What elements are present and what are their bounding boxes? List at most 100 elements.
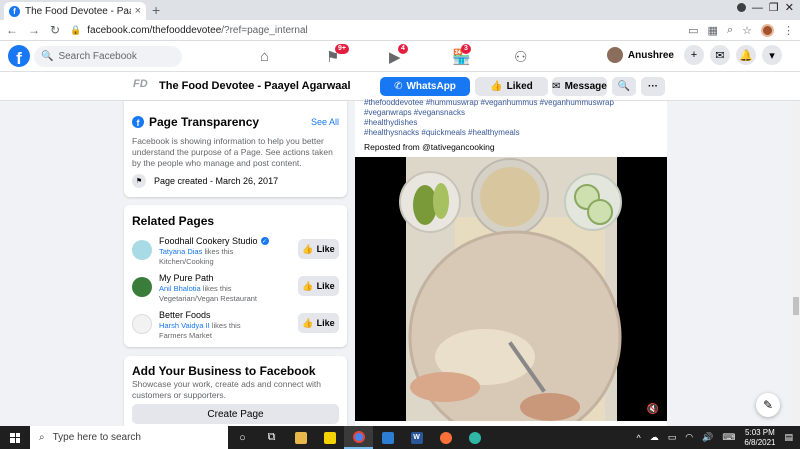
pages-flag-icon[interactable]: ⚑ 9+ (326, 44, 349, 66)
sticky-notes-icon[interactable] (315, 426, 344, 449)
liker-link[interactable]: Harsh Vaidya II (159, 321, 210, 330)
maximize-button[interactable]: ❐ (769, 1, 779, 14)
search-icon: 🔍 (617, 81, 631, 92)
taskbar-clock[interactable]: 5:03 PM 6/8/2021 (744, 428, 775, 448)
task-view-icon[interactable]: ⧉ (257, 426, 286, 449)
mute-speaker-icon[interactable]: 🔇 (647, 404, 659, 415)
taskbar-search-placeholder: Type here to search (52, 432, 141, 443)
page-search-button[interactable]: 🔍 (612, 77, 636, 96)
new-message-compose-icon[interactable]: ✎ (756, 393, 780, 417)
battery-icon[interactable]: ▭ (668, 432, 677, 443)
volume-icon[interactable]: 🔊 (702, 432, 713, 443)
watch-icon[interactable]: ▶ 4 (389, 44, 408, 66)
create-page-button[interactable]: Create Page (132, 404, 339, 424)
page-category: Farmers Market (159, 331, 212, 340)
account-menu-chevron-icon[interactable]: ▾ (762, 45, 782, 65)
new-tab-button[interactable]: + (152, 2, 160, 18)
facebook-logo-icon[interactable]: f (8, 45, 30, 67)
back-icon[interactable]: ← (6, 23, 18, 37)
marketplace-icon[interactable]: 🏪 3 (452, 44, 471, 66)
facebook-top-nav: f 🔍 Search Facebook ⌂ ⚑ 9+ ▶ 4 🏪 3 ⚇ Anushr… (0, 41, 800, 72)
calculator-icon[interactable] (373, 426, 402, 449)
messenger-icon[interactable]: ✉ (710, 45, 730, 65)
facebook-search-input[interactable]: 🔍 Search Facebook (34, 46, 182, 67)
page-header: FD The Food Devotee - Paayel Agarwaal ✆ … (0, 72, 800, 101)
repost-prefix: Reposted from (364, 142, 420, 152)
language-icon[interactable]: ⌨ (722, 432, 735, 443)
file-explorer-icon[interactable] (286, 426, 315, 449)
action-center-icon[interactable]: ▤ (784, 432, 793, 443)
facebook-icon: f (132, 116, 144, 128)
chrome-icon[interactable] (344, 426, 373, 449)
page-created-text: Page created - March 26, 2017 (154, 176, 279, 186)
see-all-link[interactable]: See All (311, 117, 339, 127)
like-label: Like (316, 244, 335, 254)
scrollbar-thumb[interactable] (793, 297, 799, 315)
word-icon[interactable]: W (402, 426, 431, 449)
home-icon[interactable]: ⌂ (260, 48, 269, 65)
browser-profile-avatar[interactable] (761, 23, 774, 37)
like-label: Like (316, 318, 335, 328)
groups-icon[interactable]: ⚇ (514, 48, 527, 66)
browser-menu-icon[interactable]: ⋮ (783, 24, 794, 37)
qr-icon[interactable]: ▦ (708, 24, 718, 37)
close-window-button[interactable]: ✕ (785, 1, 794, 14)
notifications-bell-icon[interactable]: 🔔 (736, 45, 756, 65)
window-controls: — ❐ ✕ (736, 1, 794, 14)
edge-icon[interactable] (460, 426, 489, 449)
related-page-name[interactable]: Better Foods (159, 310, 211, 320)
hashtag-line[interactable]: #thefooddevotee #hummuswrap #veganhummus… (364, 98, 614, 107)
address-bar: ← → ↻ 🔒 facebook.com/thefooddevotee/?ref… (0, 20, 800, 41)
post-video[interactable]: 🔇 (355, 157, 667, 421)
taskbar-search-input[interactable]: ⌕ Type here to search (30, 426, 228, 449)
repost-handle[interactable]: @tativegancooking (422, 142, 494, 152)
related-page-avatar[interactable] (132, 240, 152, 260)
forward-icon[interactable]: → (28, 23, 40, 37)
hashtag-line[interactable]: #veganwraps #vegansnacks (364, 108, 465, 117)
related-page-avatar[interactable] (132, 277, 152, 297)
create-plus-icon[interactable]: + (684, 45, 704, 65)
page-name[interactable]: The Food Devotee - Paayel Agarwaal (159, 80, 351, 92)
url-field[interactable]: 🔒 facebook.com/thefooddevotee/?ref=page_… (70, 22, 678, 39)
page-transparency-card: f Page Transparency See All Facebook is … (124, 101, 347, 197)
reload-icon[interactable]: ↻ (50, 23, 60, 37)
like-button[interactable]: 👍 Like (298, 276, 339, 296)
related-page-avatar[interactable] (132, 314, 152, 334)
bookmark-star-icon[interactable]: ☆ (742, 24, 752, 37)
like-label: Like (316, 281, 335, 291)
onedrive-cloud-icon[interactable]: ☁ (650, 432, 659, 443)
windows-start-icon[interactable] (0, 426, 30, 449)
liked-label: Liked (506, 81, 533, 92)
hashtag-line[interactable]: #healthysnacks #quickmeals #healthymeals (364, 128, 520, 137)
cast-icon[interactable]: ▭ (688, 24, 698, 37)
like-button[interactable]: 👍 Like (298, 313, 339, 333)
browser-tab[interactable]: f The Food Devotee - Paayel Agar × (4, 2, 146, 20)
liker-link[interactable]: Anil Bhalotia (159, 284, 201, 293)
verified-badge-icon: ✓ (260, 237, 269, 245)
liked-button[interactable]: 👍 Liked (475, 77, 548, 96)
tab-title: The Food Devotee - Paayel Agar (25, 5, 131, 17)
related-page-name[interactable]: Foodhall Cookery Studio ✓ (159, 236, 269, 246)
tab-close-icon[interactable]: × (135, 5, 141, 17)
minimize-button[interactable]: — (752, 2, 763, 14)
cortana-icon[interactable]: ○ (228, 426, 257, 449)
like-button[interactable]: 👍 Like (298, 239, 339, 259)
page-scrollbar[interactable] (792, 101, 800, 426)
page-logo[interactable]: FD (133, 78, 148, 90)
zoom-icon[interactable]: ⌕ (727, 24, 733, 37)
user-profile-chip[interactable]: Anushree (606, 47, 674, 63)
message-button[interactable]: ✉ Message (552, 77, 607, 96)
firefox-icon[interactable] (431, 426, 460, 449)
whatsapp-button[interactable]: ✆ WhatsApp (380, 77, 470, 96)
liker-link[interactable]: Tatyana Dias (159, 247, 202, 256)
hashtag-line[interactable]: #healthydishes (364, 118, 417, 127)
transparency-description: Facebook is showing information to help … (132, 136, 333, 168)
related-page-name-text[interactable]: Foodhall Cookery Studio (159, 236, 258, 246)
related-page-name[interactable]: My Pure Path (159, 273, 214, 283)
tray-chevron-icon[interactable]: ^ (637, 433, 641, 443)
wifi-icon[interactable]: ◠ (685, 432, 693, 443)
more-options-button[interactable]: ··· (641, 77, 665, 96)
record-icon[interactable] (736, 3, 746, 12)
lock-icon[interactable]: 🔒 (70, 25, 81, 36)
feed-post: #thefooddevotee #hummuswrap #veganhummus… (355, 98, 667, 426)
